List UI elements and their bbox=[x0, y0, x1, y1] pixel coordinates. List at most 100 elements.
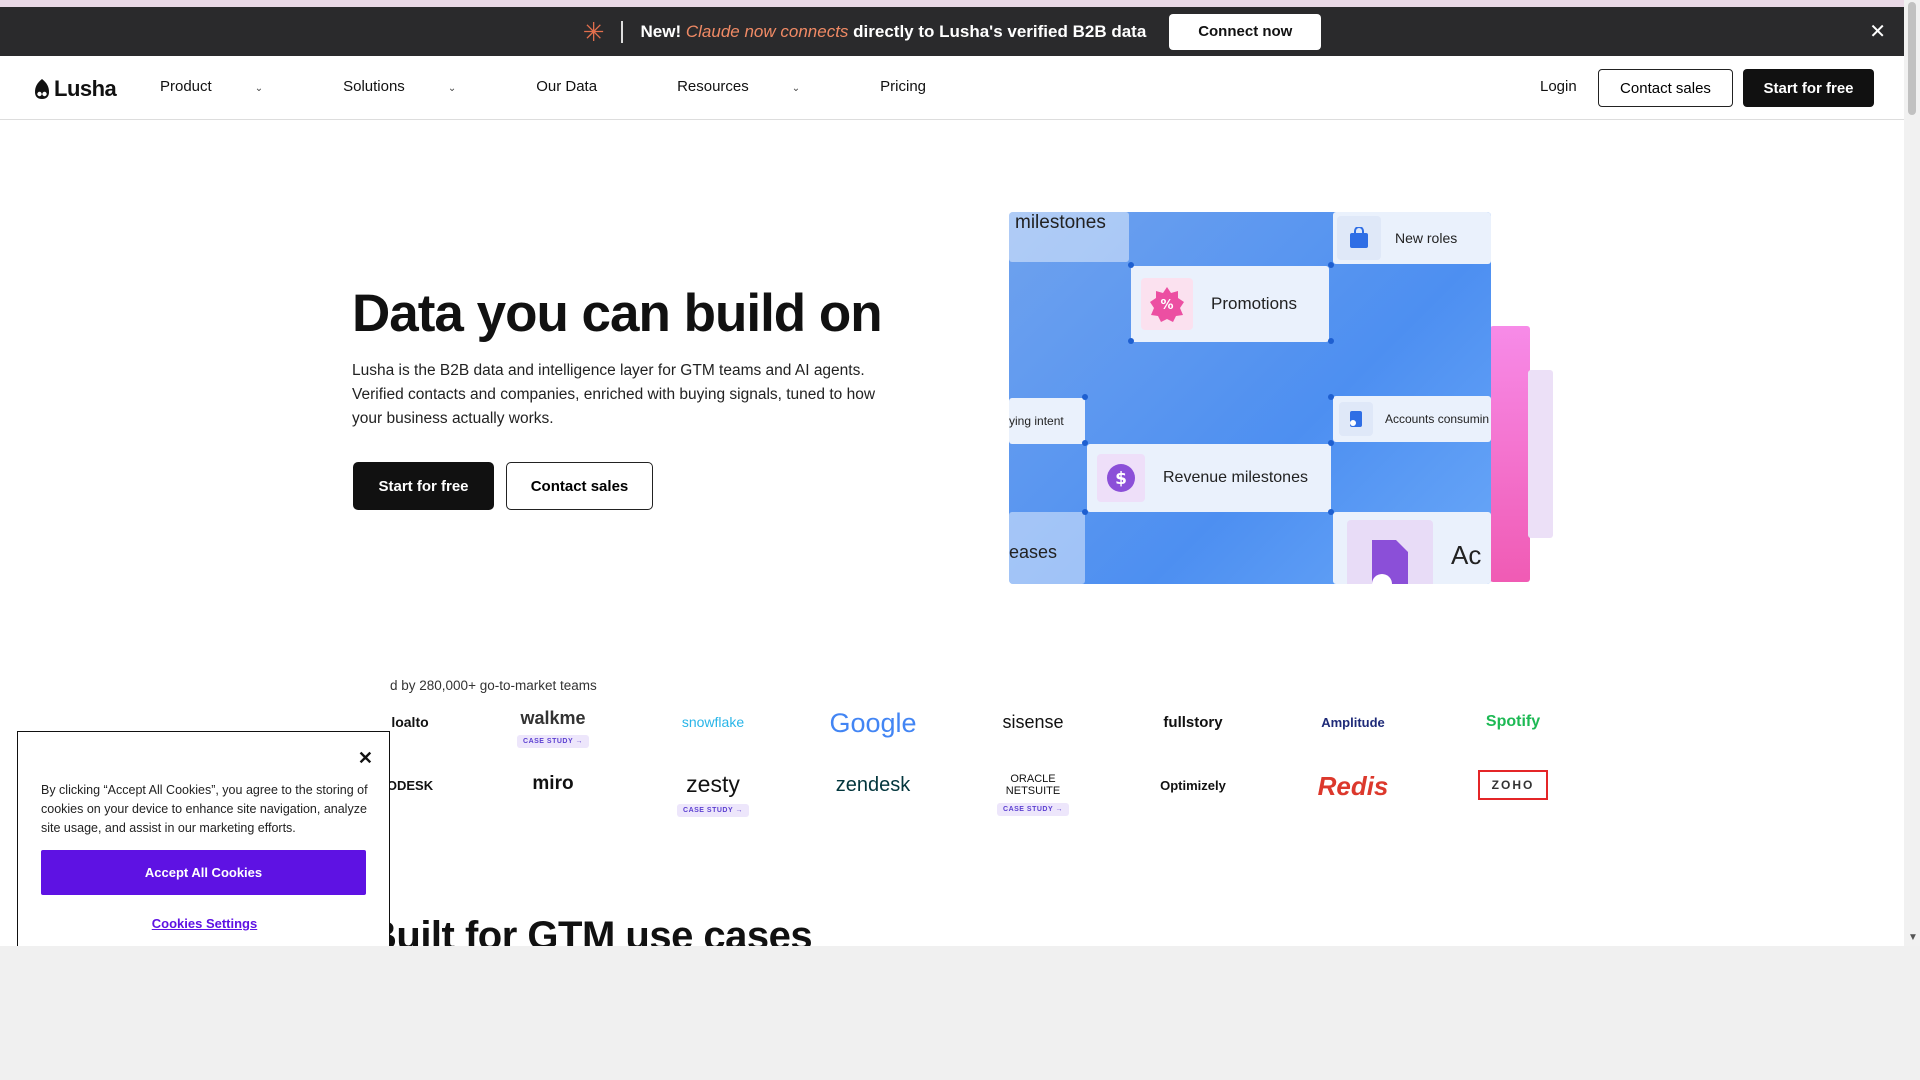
chevron-down-icon: ⌄ bbox=[254, 83, 264, 94]
tile-label: New roles bbox=[1395, 230, 1458, 246]
logo-sisense: sisense bbox=[963, 712, 1103, 733]
connect-now-button[interactable]: Connect now bbox=[1169, 13, 1322, 50]
login-link[interactable]: Login bbox=[1540, 78, 1577, 95]
scroll-down-icon[interactable]: ▼ bbox=[1908, 932, 1918, 943]
grid-node bbox=[1082, 440, 1088, 446]
chevron-down-icon: ⌄ bbox=[791, 83, 801, 94]
close-icon[interactable]: ✕ bbox=[358, 748, 373, 769]
contact-sales-button[interactable]: Contact sales bbox=[1598, 69, 1733, 107]
logo-text: Optimizely bbox=[1160, 778, 1226, 793]
start-for-free-button[interactable]: Start for free bbox=[1743, 69, 1874, 107]
logo-oracle-netsuite[interactable]: ORACLE NETSUITE CASE STUDY → bbox=[973, 773, 1093, 816]
accounts-tile: Accounts consumin bbox=[1333, 396, 1491, 442]
grid-node bbox=[1082, 394, 1088, 400]
cookies-settings-link[interactable]: Cookies Settings bbox=[18, 916, 391, 931]
logo-snowflake: snowflake bbox=[643, 714, 783, 730]
grid-node bbox=[1328, 262, 1334, 268]
releases-tile: eases bbox=[1009, 512, 1085, 584]
logo-optimizely: Optimizely bbox=[1123, 778, 1263, 793]
grid-node bbox=[1328, 338, 1334, 344]
tile-label: Revenue milestones bbox=[1163, 469, 1308, 486]
lusha-logo-icon bbox=[35, 79, 49, 99]
logo-text: miro bbox=[532, 773, 574, 794]
nav-item-label: Resources bbox=[677, 78, 749, 95]
grid-node bbox=[1328, 440, 1334, 446]
new-roles-tile: New roles bbox=[1333, 212, 1491, 264]
nav-item-label: Solutions bbox=[343, 78, 405, 95]
logo-text: zesty bbox=[686, 771, 740, 797]
nav-item-label: Our Data bbox=[536, 78, 598, 95]
case-study-badge[interactable]: CASE STUDY → bbox=[517, 735, 589, 748]
case-study-badge[interactable]: CASE STUDY → bbox=[997, 803, 1069, 816]
logo-fullstory: fullstory bbox=[1123, 714, 1263, 731]
top-strip bbox=[0, 0, 1920, 7]
case-study-badge[interactable]: CASE STUDY → bbox=[677, 804, 749, 817]
logo-text: walkme bbox=[520, 708, 586, 728]
logo-amplitude: Amplitude bbox=[1283, 715, 1423, 730]
chevron-down-icon: ⌄ bbox=[447, 83, 457, 94]
divider bbox=[620, 20, 623, 43]
nav-item-label: Product bbox=[160, 78, 212, 95]
grid-node bbox=[1128, 338, 1134, 344]
announcement-highlight: Claude now connects bbox=[685, 21, 849, 41]
scrollbar[interactable]: ▼ bbox=[1904, 0, 1920, 946]
nav-item-product[interactable]: Product ⌄ bbox=[160, 78, 303, 95]
tile-label: Promotions bbox=[1211, 294, 1297, 313]
page: Lusha Product ⌄ Solutions ⌄ Our Data Resou… bbox=[0, 56, 1904, 946]
nav-item-solutions[interactable]: Solutions ⌄ bbox=[343, 78, 496, 95]
tile-label: eases bbox=[1009, 542, 1058, 562]
cookie-text: By clicking “Accept All Cookies”, you ag… bbox=[41, 783, 368, 835]
logo-text: zendesk bbox=[835, 774, 911, 796]
accounts-large-tile: Ac bbox=[1333, 512, 1491, 584]
hero-title: Data you can build on bbox=[352, 284, 883, 343]
file-icon bbox=[1347, 520, 1433, 584]
brand-name: Lusha bbox=[54, 76, 117, 101]
scrollbar-thumb[interactable] bbox=[1908, 2, 1916, 115]
grid-node bbox=[1082, 509, 1088, 515]
logo-loalto: loalto bbox=[340, 714, 480, 730]
decorative-pink-bar bbox=[1490, 326, 1530, 582]
announcement-rest: directly to Lusha's verified B2B data bbox=[848, 21, 1147, 41]
promotion-badge-icon: % bbox=[1141, 278, 1193, 330]
hero-visual: milestones New roles % Promotions ying i… bbox=[1009, 212, 1491, 584]
lusha-logo[interactable]: Lusha bbox=[33, 76, 117, 102]
logo-text: Spotify bbox=[1485, 713, 1541, 730]
logo-text: Amplitude bbox=[1321, 715, 1385, 730]
grid-node bbox=[1128, 262, 1134, 268]
nav-item-pricing[interactable]: Pricing bbox=[880, 78, 966, 95]
logo-text: ORACLE NETSUITE bbox=[1005, 773, 1061, 797]
claude-spark-icon: ✳ bbox=[582, 16, 605, 47]
hero-start-button[interactable]: Start for free bbox=[353, 462, 494, 510]
nav-item-label: Pricing bbox=[880, 78, 927, 95]
logo-text: fullstory bbox=[1163, 714, 1223, 731]
announcement-text: New! Claude now connects directly to Lus… bbox=[641, 22, 1147, 42]
cookie-banner: ✕ By clicking “Accept All Cookies”, you … bbox=[17, 731, 390, 946]
buying-intent-tile: ying intent bbox=[1009, 398, 1085, 444]
nav-item-resources[interactable]: Resources ⌄ bbox=[677, 78, 840, 95]
logo-text: sisense bbox=[1002, 712, 1064, 732]
hero-subtitle: Lusha is the B2B data and intelligence l… bbox=[352, 362, 876, 427]
logo-google: Google bbox=[803, 708, 943, 739]
close-icon[interactable]: ✕ bbox=[1869, 19, 1886, 44]
logo-text: Redis bbox=[1317, 771, 1389, 801]
nav-item-our-data[interactable]: Our Data bbox=[536, 78, 637, 95]
logo-zesty[interactable]: zesty CASE STUDY → bbox=[643, 771, 783, 817]
tile-label: Accounts consumin bbox=[1385, 412, 1490, 426]
logo-walkme[interactable]: walkme CASE STUDY → bbox=[483, 708, 623, 748]
tile-label: milestones bbox=[1015, 212, 1106, 233]
logo-text: Google bbox=[829, 708, 917, 738]
hero-contact-button[interactable]: Contact sales bbox=[506, 462, 653, 510]
decorative-lilac-bar bbox=[1528, 370, 1553, 538]
logo-text: loalto bbox=[391, 714, 429, 730]
logo-text: snowflake bbox=[681, 714, 745, 730]
section-title: Built for GTM use cases bbox=[368, 914, 813, 946]
main-nav: Lusha Product ⌄ Solutions ⌄ Our Data Resou… bbox=[0, 56, 1904, 120]
logo-zendesk: zendesk bbox=[803, 774, 943, 797]
logo-redis: Redis bbox=[1283, 771, 1423, 802]
nav-menu: Product ⌄ Solutions ⌄ Our Data Resources ⌄ … bbox=[160, 78, 1006, 95]
accept-cookies-button[interactable]: Accept All Cookies bbox=[41, 850, 366, 895]
announcement-bar: ✳ New! Claude now connects directly to L… bbox=[0, 7, 1904, 56]
logo-text: ODESK bbox=[386, 778, 434, 793]
logo-text: ZOHO bbox=[1477, 770, 1549, 800]
grid-node bbox=[1328, 394, 1334, 400]
